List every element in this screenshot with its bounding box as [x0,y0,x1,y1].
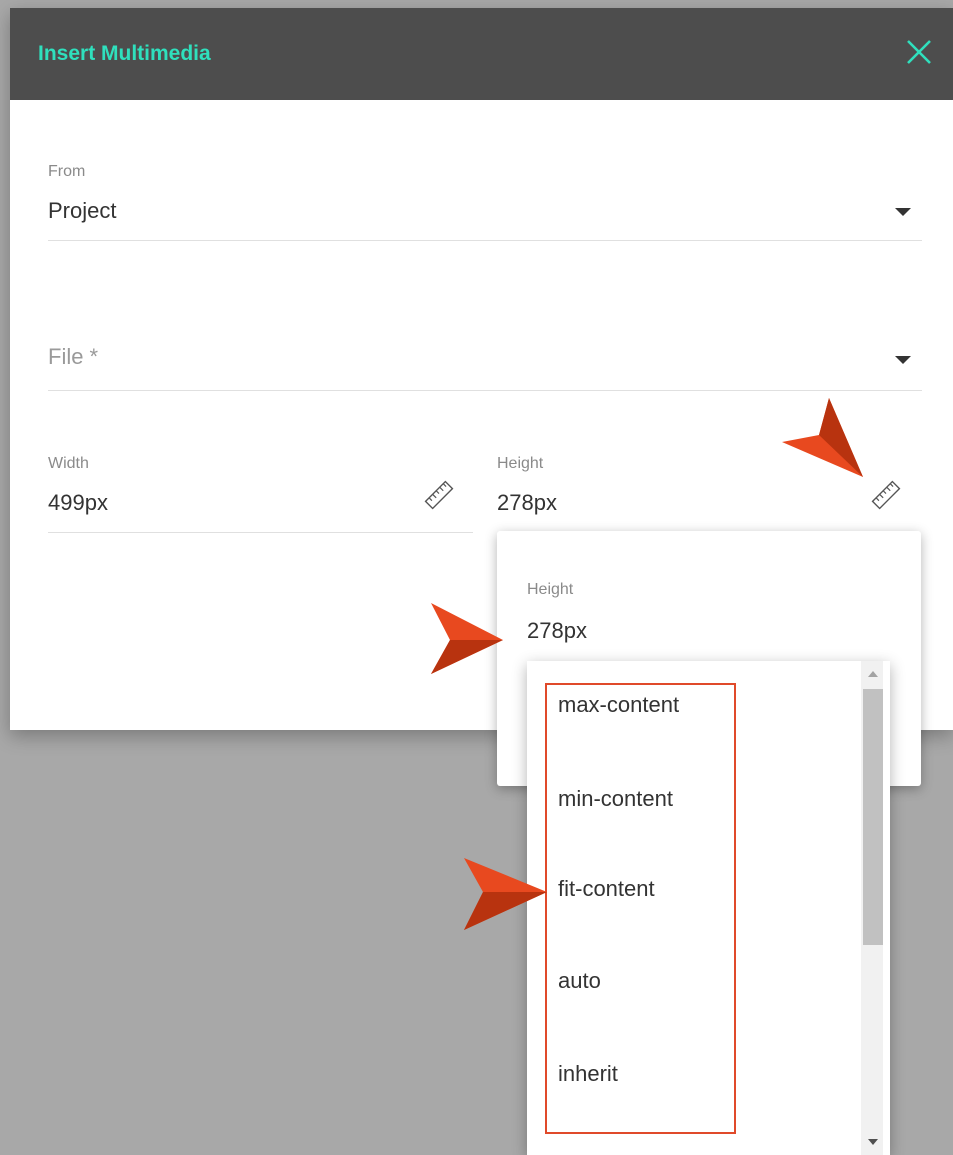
file-underline [48,390,922,391]
ruler-icon[interactable] [422,478,456,512]
dialog-title: Insert Multimedia [38,42,211,65]
height-label: Height [497,455,544,472]
scrollbar-thumb[interactable] [863,689,883,945]
scrollbar[interactable] [861,661,883,1155]
scroll-down-icon[interactable] [868,1139,878,1145]
highlight-box [545,683,736,1134]
from-value: Project [48,198,117,223]
close-icon[interactable] [903,36,935,68]
popup-height-label: Height [527,581,574,598]
arrow-icon [782,398,863,477]
arrow-icon [464,858,547,930]
width-value: 499px [48,490,108,515]
from-select[interactable] [48,158,922,240]
width-underline [48,532,473,533]
chevron-down-icon[interactable] [895,356,911,364]
ruler-icon[interactable] [869,478,903,512]
arrow-icon [431,603,503,674]
chevron-down-icon[interactable] [895,208,911,216]
popup-height-value: 278px [527,618,587,643]
from-underline [48,240,922,241]
height-value: 278px [497,490,557,515]
scroll-up-icon[interactable] [868,671,878,677]
file-placeholder: File * [48,344,99,369]
dialog-titlebar: Insert Multimedia [10,8,953,100]
from-label: From [48,163,86,180]
file-select[interactable] [48,330,922,390]
width-label: Width [48,455,89,472]
